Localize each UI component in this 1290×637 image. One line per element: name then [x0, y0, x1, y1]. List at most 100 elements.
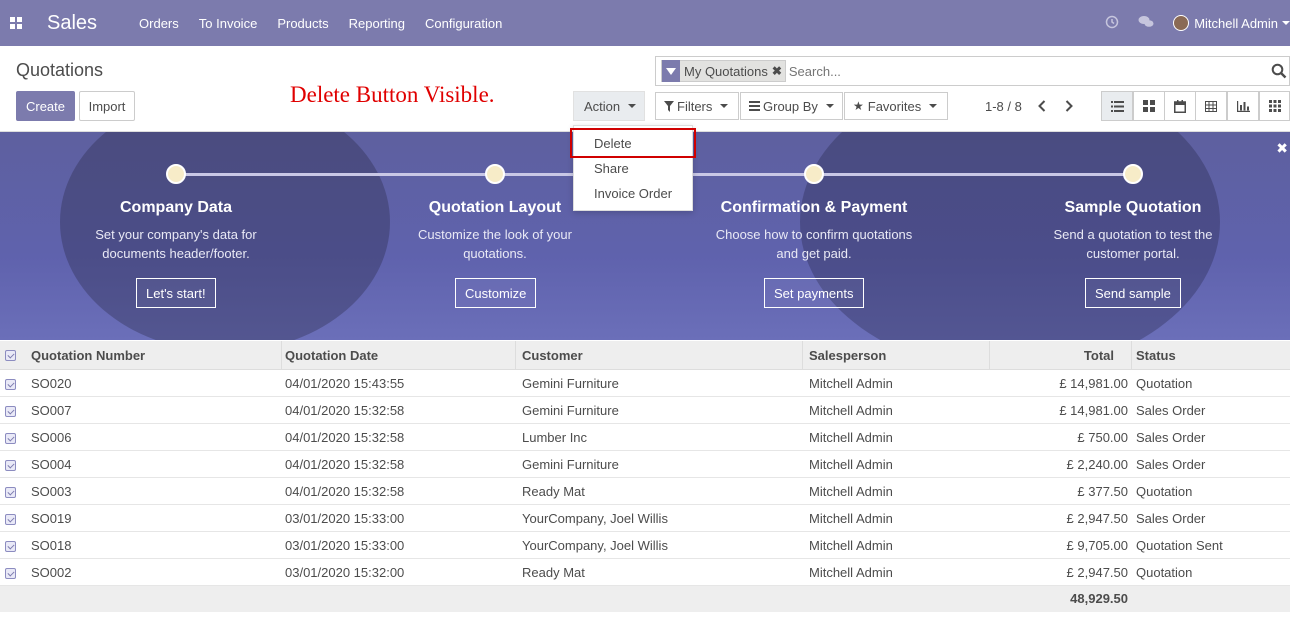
- quotations-table: Quotation Number Quotation Date Customer…: [0, 341, 1290, 612]
- cell-salesperson: Mitchell Admin: [809, 484, 893, 499]
- action-dropdown-menu: Delete Share Invoice Order: [570, 125, 696, 211]
- header-quotation-date[interactable]: Quotation Date: [279, 341, 516, 370]
- facet-remove-icon[interactable]: ✖: [772, 64, 785, 78]
- select-all-checkbox[interactable]: [5, 350, 16, 361]
- row-checkbox[interactable]: [5, 487, 16, 498]
- cell-total: £ 14,981.00: [1059, 376, 1128, 391]
- table-row[interactable]: SO019 03/01/2020 15:33:00 YourCompany, Joe…: [0, 505, 1290, 532]
- menu-reporting[interactable]: Reporting: [339, 16, 415, 31]
- step-dot: [804, 164, 824, 184]
- star-icon: ★: [853, 99, 864, 113]
- customize-button[interactable]: Customize: [455, 278, 537, 308]
- step-description: Customize the look of your quotations.: [395, 225, 595, 263]
- row-checkbox[interactable]: [5, 406, 16, 417]
- create-button[interactable]: Create: [16, 91, 75, 121]
- user-name[interactable]: Mitchell Admin: [1194, 16, 1278, 31]
- menu-item-delete[interactable]: Delete: [594, 136, 632, 151]
- step-dot: [1123, 164, 1143, 184]
- header-total[interactable]: Total: [990, 341, 1132, 370]
- row-checkbox[interactable]: [5, 460, 16, 471]
- apps-menu-icon[interactable]: [0, 0, 32, 46]
- step-description: Choose how to confirm quotations and get…: [704, 225, 924, 263]
- menu-configuration[interactable]: Configuration: [415, 16, 512, 31]
- table-row[interactable]: SO020 04/01/2020 15:43:55 Gemini Furniture…: [0, 370, 1290, 397]
- bars-icon: [749, 101, 760, 111]
- app-title[interactable]: Sales: [47, 12, 97, 35]
- menu-products[interactable]: Products: [267, 16, 338, 31]
- header-customer[interactable]: Customer: [516, 341, 803, 370]
- filters-label: Filters: [677, 98, 713, 114]
- search-icon[interactable]: [1271, 63, 1287, 79]
- cell-quotation-number: SO018: [31, 538, 72, 553]
- cell-quotation-date: 03/01/2020 15:33:00: [285, 511, 405, 526]
- table-row[interactable]: SO002 03/01/2020 15:32:00 Ready Mat Mitchel…: [0, 559, 1290, 586]
- favorites-button[interactable]: ★ Favorites: [844, 92, 948, 120]
- action-label: Action: [584, 98, 621, 114]
- cell-customer: Lumber Inc: [522, 430, 588, 445]
- user-avatar[interactable]: [1173, 15, 1190, 31]
- dashboard-grid-view-icon[interactable]: [1259, 91, 1290, 121]
- step-description-line: customer portal.: [1086, 246, 1180, 261]
- cell-total: £ 14,981.00: [1059, 403, 1128, 418]
- set-payments-button[interactable]: Set payments: [764, 278, 864, 308]
- header-salesperson[interactable]: Salesperson: [803, 341, 990, 370]
- close-banner-icon[interactable]: ✖: [1276, 140, 1288, 157]
- send-sample-button[interactable]: Send sample: [1085, 278, 1181, 308]
- cell-status: Sales Order: [1136, 430, 1206, 445]
- table-row[interactable]: SO004 04/01/2020 15:32:58 Gemini Furniture…: [0, 451, 1290, 478]
- row-checkbox[interactable]: [5, 379, 16, 390]
- cell-quotation-date: 04/01/2020 15:32:58: [285, 484, 405, 499]
- search-facet[interactable]: My Quotations ✖: [661, 60, 786, 82]
- row-checkbox[interactable]: [5, 433, 16, 444]
- filters-button[interactable]: Filters: [655, 92, 739, 120]
- favorites-label: Favorites: [867, 98, 922, 114]
- annotation-text: Delete Button Visible.: [290, 82, 495, 107]
- list-view-icon[interactable]: [1101, 91, 1133, 121]
- page-title: Quotations: [16, 60, 104, 80]
- menu-orders[interactable]: Orders: [129, 16, 189, 31]
- user-menu-caret-icon[interactable]: [1282, 21, 1290, 25]
- group-by-button[interactable]: Group By: [740, 92, 843, 120]
- step-description-line: Customize the look of your: [418, 227, 572, 242]
- cell-customer: Gemini Furniture: [522, 457, 619, 472]
- pager-next-icon[interactable]: [1057, 94, 1081, 118]
- calendar-view-icon[interactable]: [1164, 91, 1196, 121]
- highlight-box: [570, 128, 696, 158]
- menu-item-invoice-order[interactable]: Invoice Order: [594, 186, 672, 201]
- table-header: Quotation Number Quotation Date Customer…: [0, 341, 1290, 370]
- step-dot: [166, 164, 186, 184]
- pager-value[interactable]: 1-8 / 8: [985, 99, 1022, 114]
- step-description: Send a quotation to test the customer po…: [1033, 225, 1233, 263]
- row-checkbox[interactable]: [5, 541, 16, 552]
- table-row[interactable]: SO003 04/01/2020 15:32:58 Ready Mat Mitchel…: [0, 478, 1290, 505]
- graph-view-icon[interactable]: [1227, 91, 1259, 121]
- cell-quotation-number: SO019: [31, 511, 72, 526]
- pivot-view-icon[interactable]: [1195, 91, 1227, 121]
- kanban-view-icon[interactable]: [1133, 91, 1165, 121]
- menu-item-share[interactable]: Share: [594, 161, 629, 176]
- caret-down-icon: [628, 104, 637, 108]
- row-checkbox[interactable]: [5, 568, 16, 579]
- table-row[interactable]: SO006 04/01/2020 15:32:58 Lumber Inc Mitche…: [0, 424, 1290, 451]
- table-row[interactable]: SO018 03/01/2020 15:33:00 YourCompany, Joe…: [0, 532, 1290, 559]
- menu-to-invoice[interactable]: To Invoice: [189, 16, 268, 31]
- cell-status: Sales Order: [1136, 457, 1206, 472]
- header-quotation-number[interactable]: Quotation Number: [25, 341, 282, 370]
- pager-previous-icon[interactable]: [1030, 94, 1054, 118]
- step-description-line: documents header/footer.: [102, 246, 250, 261]
- activity-clock-icon[interactable]: [1095, 15, 1129, 32]
- search-bar[interactable]: My Quotations ✖: [655, 56, 1290, 86]
- table-row[interactable]: SO007 04/01/2020 15:32:58 Gemini Furniture…: [0, 397, 1290, 424]
- cell-customer: Ready Mat: [522, 484, 585, 499]
- lets-start-button[interactable]: Let's start!: [136, 278, 216, 308]
- cell-quotation-date: 04/01/2020 15:32:58: [285, 430, 405, 445]
- cell-status: Quotation: [1136, 484, 1193, 499]
- header-status[interactable]: Status: [1130, 341, 1290, 370]
- import-button[interactable]: Import: [79, 91, 135, 121]
- row-checkbox[interactable]: [5, 514, 16, 525]
- action-dropdown-button[interactable]: Action: [573, 91, 645, 121]
- search-input[interactable]: [788, 63, 1259, 79]
- step-description-line: Set your company's data for: [95, 227, 257, 242]
- cell-salesperson: Mitchell Admin: [809, 538, 893, 553]
- messaging-chat-icon[interactable]: [1129, 15, 1163, 32]
